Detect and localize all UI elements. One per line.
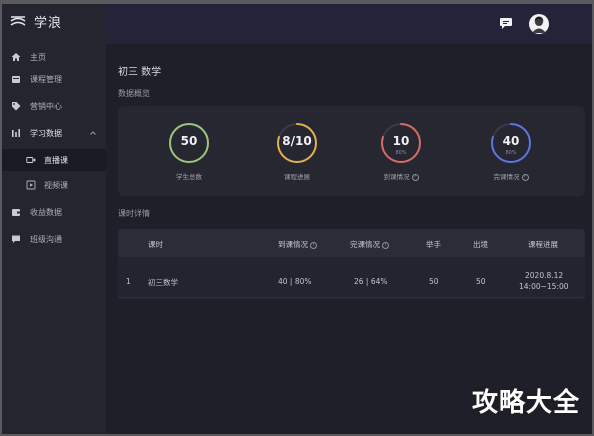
progress-ring: 8/10 [275,121,319,165]
video-camera-icon [26,155,36,165]
column-header-completion[interactable]: 完课情况? [350,239,389,250]
stat-value: 50 [180,134,198,148]
detail-section-label: 课时详情 [118,209,150,218]
help-icon[interactable]: ? [521,173,529,181]
stat-attendance: 10 80% 到课情况? [366,121,436,181]
sidebar-item-video-course[interactable]: 视频课 [2,174,106,196]
stat-label: 完课情况? [476,171,546,181]
calendar-icon [11,74,21,84]
help-icon[interactable]: ? [310,241,317,249]
video-file-icon [26,180,36,190]
brand[interactable]: 学浪 [2,4,106,38]
row-divider [118,297,585,298]
watermark-text: 攻略大全 [472,388,581,418]
sidebar-item-revenue[interactable]: 收益数据 [2,201,106,223]
stat-value: 8/10 [282,134,312,148]
app-window: 学浪 主页 课程管理 营销中心 学习数据 直播课 视频课 收益数据 班级沟通 初… [2,4,592,434]
logo-icon [10,16,26,26]
stat-completion: 40 80% 完课情况? [476,121,546,181]
lesson-detail-table: 课时 到课情况? 完课情况? 举手 出境 课程进展 1 初三数学 40 | 80… [118,229,585,299]
column-header-appear: 出境 [473,240,488,249]
stat-sub: 80% [395,150,407,156]
overview-section-label: 数据概览 [118,89,150,98]
sidebar-item-live-course[interactable]: 直播课 [2,149,106,171]
sidebar-item-label: 视频课 [44,180,68,190]
sidebar-item-label: 营销中心 [30,101,62,111]
avatar[interactable] [529,14,549,34]
sidebar-item-home[interactable]: 主页 [2,46,106,68]
column-header-attendance[interactable]: 到课情况? [278,239,317,250]
column-header-progress: 课程进展 [528,240,558,249]
sidebar-item-label: 学习数据 [30,128,62,138]
help-icon[interactable]: ? [382,241,389,249]
sidebar-item-class-communication[interactable]: 班级沟通 [2,228,106,250]
chat-icon[interactable] [499,17,513,30]
tag-icon [11,101,21,111]
page-title: 初三 数学 [118,67,162,78]
stat-label: 课程进展 [284,173,310,181]
progress-ring: 10 80% [379,121,423,165]
sidebar-item-label: 直播课 [44,155,68,165]
brand-name: 学浪 [34,15,63,31]
stat-label: 到课情况? [366,171,436,181]
row-date: 2020.8.12 [525,271,564,280]
sidebar-item-label: 班级沟通 [30,234,62,244]
sidebar-item-marketing[interactable]: 营销中心 [2,95,106,117]
bar-chart-icon [11,128,21,138]
sidebar-item-label: 课程管理 [30,74,62,84]
stat-label: 学生总数 [176,173,202,181]
column-header-lesson: 课时 [148,240,163,249]
wallet-icon [11,207,21,217]
home-icon [11,52,21,62]
stat-student-total: 50 学生总数 [154,121,224,181]
row-lesson-name: 初三数学 [148,278,178,287]
sidebar-item-learning-data[interactable]: 学习数据 [2,122,106,144]
chevron-up-icon[interactable] [89,129,97,137]
row-completion: 26 | 64% [354,277,388,286]
chat-bubble-icon [11,234,21,244]
sidebar-item-label: 主页 [30,52,46,62]
row-hands: 50 [429,277,439,286]
data-overview-panel: 50 学生总数 8/10 课程进展 10 80% 到课情况 ? 40 80% 完… [118,106,585,196]
row-index: 1 [126,277,131,286]
column-header-hands: 举手 [426,240,441,249]
table-header: 课时 到课情况? 完课情况? 举手 出境 课程进展 [118,229,585,257]
top-header [106,4,592,44]
progress-ring: 50 [167,121,211,165]
stat-course-progress: 8/10 课程进展 [262,121,332,181]
row-time: 14:00~15:00 [519,282,569,291]
row-attendance: 40 | 80% [278,277,312,286]
progress-ring: 40 80% [489,121,533,165]
sidebar: 学浪 主页 课程管理 营销中心 学习数据 直播课 视频课 收益数据 班级沟通 [2,4,106,434]
help-icon[interactable]: ? [411,173,419,181]
stat-value: 10 [392,134,410,148]
stat-value: 40 [502,134,520,148]
sidebar-item-label: 收益数据 [30,207,62,217]
stat-sub: 80% [505,150,517,156]
sidebar-item-course-management[interactable]: 课程管理 [2,68,106,90]
row-appear: 50 [476,277,486,286]
